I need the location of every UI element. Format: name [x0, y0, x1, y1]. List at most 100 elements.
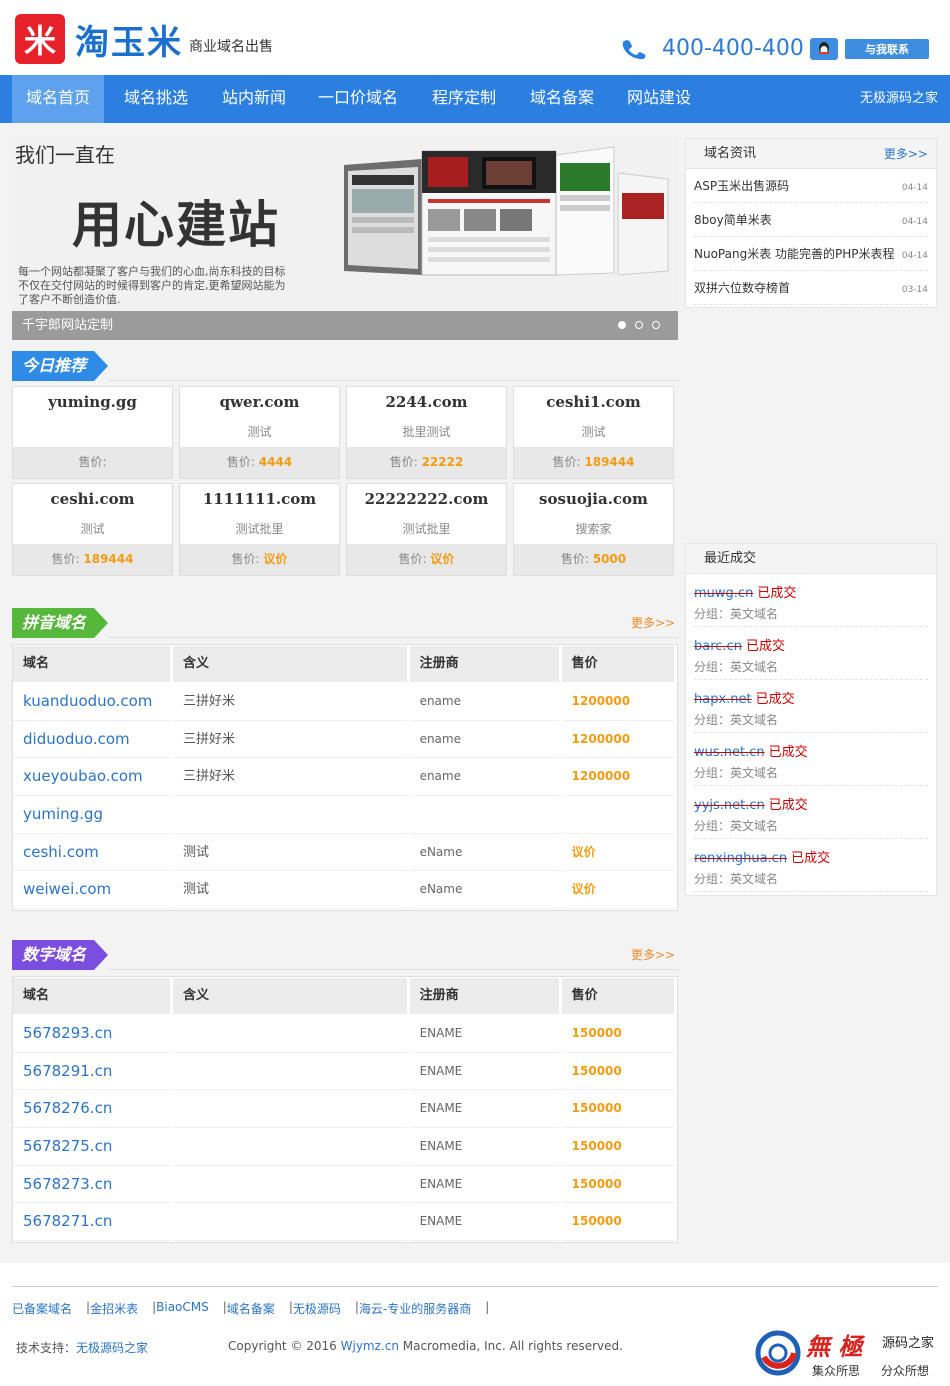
deal-domain-link[interactable]: hapx.net — [694, 692, 752, 707]
deal-group: 分组：英文域名 — [694, 819, 779, 833]
deal-domain-link[interactable]: barc.cn — [694, 639, 742, 654]
news-date: 03-14 — [901, 285, 928, 295]
recommend-card[interactable]: qwer.com 测试 售价: 4444 — [179, 386, 340, 479]
logo-mark: 米 — [15, 14, 65, 64]
recommend-card[interactable]: 2244.com 批里测试 售价: 22222 — [346, 386, 507, 479]
price-value: 议价 — [430, 552, 455, 566]
recommend-domain: 1111111.com — [202, 490, 317, 508]
domain-price: 150000 — [561, 1015, 674, 1053]
recommend-card[interactable]: yuming.gg 售价: — [12, 386, 173, 479]
deals-panel-header: 最近成交 — [686, 544, 936, 574]
domain-meaning: 三拼好米 — [173, 683, 407, 721]
price-label: 售价: — [398, 552, 427, 566]
support-link[interactable]: 无极源码之家 — [76, 1341, 148, 1355]
deal-domain-link[interactable]: wus.net.cn — [694, 745, 765, 760]
recommend-card[interactable]: ceshi1.com 测试 售价: 189444 — [513, 386, 674, 479]
news-title: 8boy简单米表 — [694, 213, 772, 227]
news-more-link[interactable]: 更多>> — [884, 139, 928, 169]
deal-item: renxinghua.cn 已成交 分组：英文域名 — [694, 839, 928, 892]
deal-domain-link[interactable]: muwg.cn — [694, 586, 753, 601]
nav-right-link[interactable]: 无极源码之家 — [860, 75, 938, 123]
domain-link[interactable]: 5678271.cn — [13, 1203, 171, 1242]
pinyin-more-link[interactable]: 更多>> — [631, 614, 675, 631]
recommend-card[interactable]: ceshi.com 测试 售价: 189444 — [12, 483, 173, 576]
site-logo[interactable]: 米 淘玉米 商业域名出售 — [12, 12, 298, 66]
domain-registrar: ENAME — [409, 1166, 559, 1204]
domain-link[interactable]: xueyoubao.com — [13, 758, 171, 797]
domain-link[interactable]: kuanduoduo.com — [13, 683, 171, 721]
domain-price: 议价 — [561, 834, 674, 872]
footer-link[interactable]: BiaoCMS — [156, 1300, 209, 1317]
hero-banner[interactable]: 我们一直在 用心建站 每一个网站都凝聚了客户与我们的心血,尚东科技的目标不仅在交… — [12, 135, 678, 340]
recommend-price-row: 售价: 189444 — [514, 447, 673, 478]
news-item[interactable]: 双拼六位数夺榜首 03-14 — [694, 271, 928, 305]
footer-divider — [12, 1286, 938, 1287]
pager-dot-3[interactable] — [652, 321, 660, 329]
footer-link[interactable]: 海云-专业的服务器商 — [359, 1300, 471, 1317]
deal-group: 分组：英文域名 — [694, 607, 779, 621]
footer-link[interactable]: 金招米表 — [90, 1300, 138, 1317]
domain-link[interactable]: 5678291.cn — [13, 1053, 171, 1091]
table-row: xueyoubao.com 三拼好米 ename 1200000 — [13, 758, 677, 797]
nav-item-fixed-price[interactable]: 一口价域名 — [308, 75, 408, 123]
pager-dot-2[interactable] — [635, 321, 643, 329]
domain-link[interactable]: 5678276.cn — [13, 1090, 171, 1129]
domain-link[interactable]: 5678275.cn — [13, 1128, 171, 1166]
deal-status: 已成交 — [755, 692, 795, 707]
domain-link[interactable]: yuming.gg — [13, 796, 171, 834]
domain-price: 150000 — [561, 1128, 674, 1166]
domain-price: 1200000 — [561, 721, 674, 759]
nav-item-domain-pick[interactable]: 域名挑选 — [112, 75, 200, 123]
footer-separator: | — [485, 1300, 490, 1314]
table-row: ceshi.com 测试 eName 议价 — [13, 834, 677, 872]
domain-meaning: 三拼好米 — [173, 758, 407, 797]
domain-registrar: ename — [409, 683, 559, 721]
deal-status: 已成交 — [791, 851, 831, 866]
nav-item-domain-filing[interactable]: 域名备案 — [518, 75, 606, 123]
site-header: 米 淘玉米 商业域名出售 400-400-400 与我联系 — [0, 0, 950, 75]
domain-registrar: ename — [409, 721, 559, 759]
deal-list: muwg.cn 已成交 分组：英文域名 barc.cn 已成交 分组：英文域名 hapx.n… — [686, 574, 936, 892]
recommend-card[interactable]: 1111111.com 测试批里 售价: 议价 — [179, 483, 340, 576]
contact-button[interactable]: 与我联系 — [845, 39, 929, 59]
footer-link[interactable]: 已备案域名 — [12, 1300, 72, 1317]
deal-item: barc.cn 已成交 分组：英文域名 — [694, 627, 928, 680]
domain-registrar: ENAME — [409, 1090, 559, 1129]
domain-link[interactable]: 5678293.cn — [13, 1015, 171, 1053]
pager-dot-1[interactable] — [618, 321, 626, 329]
recommend-card[interactable]: 22222222.com 测试批里 售价: 议价 — [346, 483, 507, 576]
nav-item-web-build[interactable]: 网站建设 — [615, 75, 703, 123]
copyright-suffix: Macromedia, Inc. All rights reserved. — [398, 1339, 623, 1353]
section-title-recommend: 今日推荐 — [12, 351, 108, 381]
domain-link[interactable]: 5678273.cn — [13, 1166, 171, 1204]
deal-domain-link[interactable]: yyjs.net.cn — [694, 798, 765, 813]
footer-link[interactable]: 域名备案 — [227, 1300, 275, 1317]
divider — [108, 380, 678, 381]
nav-item-news[interactable]: 站内新闻 — [210, 75, 298, 123]
recommend-card[interactable]: sosuojia.com 搜索家 售价: 5000 — [513, 483, 674, 576]
deal-line: muwg.cn 已成交 — [694, 582, 928, 601]
footer-link[interactable]: 无极源码 — [293, 1300, 341, 1317]
numeric-more-link[interactable]: 更多>> — [631, 946, 675, 963]
recommend-description: 测试批里 — [402, 522, 451, 536]
domain-link[interactable]: ceshi.com — [13, 834, 171, 872]
deal-domain-link[interactable]: renxinghua.cn — [694, 851, 787, 866]
table-row: weiwei.com 测试 eName 议价 — [13, 871, 677, 910]
domain-link[interactable]: weiwei.com — [13, 871, 171, 910]
nav-item-custom-dev[interactable]: 程序定制 — [420, 75, 508, 123]
news-item[interactable]: 8boy简单米表 04-14 — [694, 203, 928, 237]
domain-registrar: eName — [409, 834, 559, 872]
price-value: 22222 — [421, 455, 464, 469]
footer-brand-logo[interactable]: 無 極 源码之家 集众所思 分众所想 — [754, 1327, 940, 1379]
domain-meaning — [173, 1090, 407, 1129]
copyright-prefix: Copyright © 2016 — [228, 1339, 341, 1353]
nav-item-home[interactable]: 域名首页 — [12, 75, 104, 123]
domain-meaning: 测试 — [173, 834, 407, 872]
qq-icon[interactable] — [810, 38, 838, 60]
numeric-domain-table: 域名 含义 注册商 售价 5678293.cn ENAME 150000 5678291.cn… — [12, 976, 678, 1243]
news-item[interactable]: ASP玉米出售源码 04-14 — [694, 169, 928, 203]
domain-link[interactable]: diduoduo.com — [13, 721, 171, 759]
copyright-site-link[interactable]: Wjymz.cn — [341, 1339, 399, 1353]
table-header-cell: 售价 — [561, 978, 674, 1014]
news-item[interactable]: NuoPang米表 功能完善的PHP米表程 04-14 — [694, 237, 928, 271]
